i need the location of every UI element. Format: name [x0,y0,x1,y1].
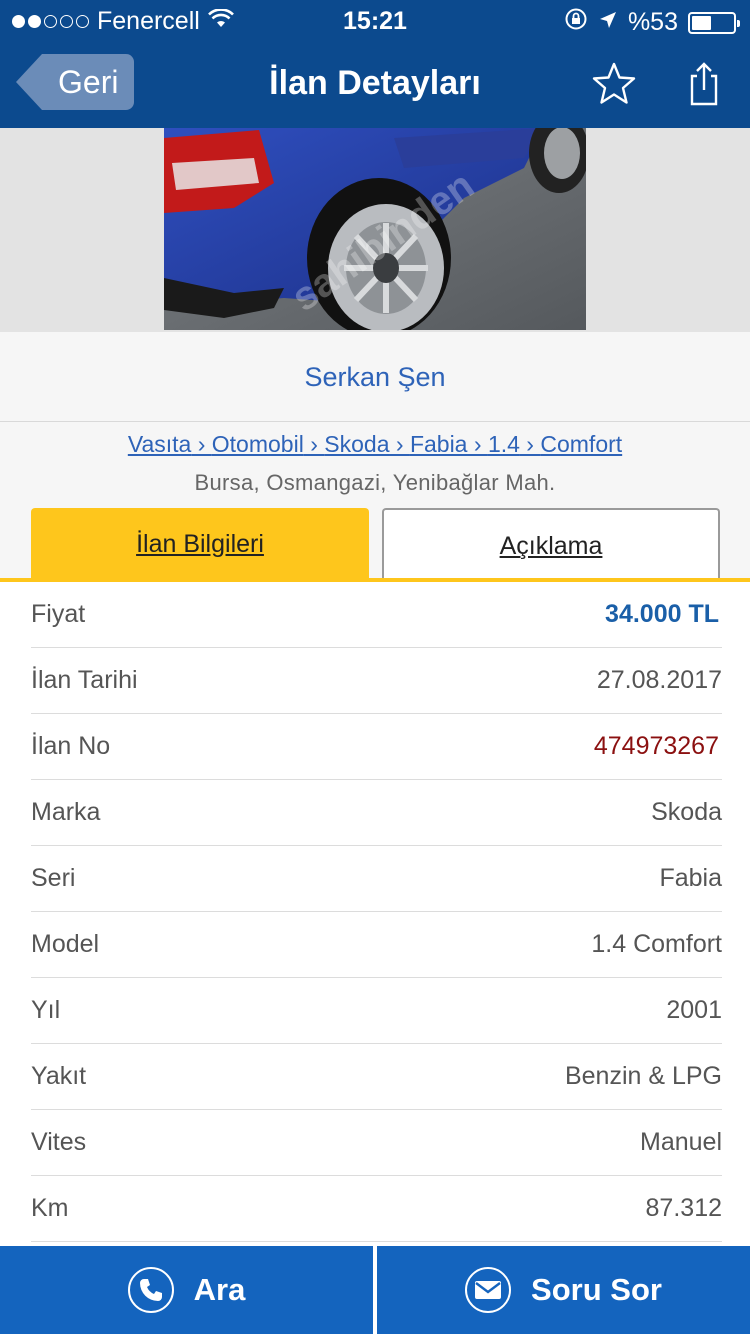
photo-gallery[interactable]: sahibinden [0,128,750,332]
detail-row: Marka Skoda [31,780,722,846]
navigation-bar: Geri İlan Detayları [0,40,750,128]
detail-label: Model [31,930,100,958]
detail-label: Marka [31,798,101,826]
seller-section: Serkan Şen [0,332,750,422]
share-icon[interactable] [680,60,728,108]
tab-label: İlan Bilgileri [136,530,264,558]
detail-row: Yıl 2001 [31,978,722,1044]
call-button[interactable]: Ara [0,1246,373,1334]
price-value: 34.000 TL [605,600,719,628]
detail-label: Yakıt [31,1062,87,1090]
bottom-action-bar: Ara Soru Sor [0,1246,750,1334]
star-outline-icon[interactable] [590,60,638,108]
call-label: Ara [193,1272,246,1307]
detail-row: Yakıt Benzin & LPG [31,1044,722,1110]
breadcrumb-item[interactable]: Comfort [540,431,622,457]
envelope-icon [465,1267,512,1313]
detail-label: Yıl [31,996,61,1024]
tab-ilan-bilgileri[interactable]: İlan Bilgileri [31,508,369,580]
detail-label: Vites [31,1128,87,1156]
detail-row: Fiyat 34.000 TL [31,582,722,648]
car-photo[interactable]: sahibinden [164,128,586,330]
status-right: %53 [564,7,740,38]
battery-icon [688,11,740,34]
detail-row: Km 87.312 [31,1176,722,1242]
breadcrumb-separator: › [467,431,488,457]
location-arrow-icon [598,8,618,37]
battery-percent: %53 [627,8,678,36]
detail-label: Seri [31,864,76,892]
detail-row: İlan No 474973267 [31,714,722,780]
listing-location: Bursa, Osmangazi, Yenibağlar Mah. [194,470,556,495]
tab-aciklama[interactable]: Açıklama [382,508,720,580]
ask-question-button[interactable]: Soru Sor [377,1246,750,1334]
breadcrumb-item[interactable]: 1.4 [488,431,520,457]
breadcrumb-item[interactable]: Fabia [410,431,468,457]
detail-label: İlan Tarihi [31,666,138,694]
seller-name-link[interactable]: Serkan Şen [0,362,750,393]
detail-value: 87.312 [645,1194,722,1222]
detail-value: 1.4 Comfort [591,930,722,958]
detail-value: Fabia [659,864,722,892]
ad-number-value: 474973267 [593,732,719,760]
details-list: Fiyat 34.000 TL İlan Tarihi 27.08.2017 İlan … [0,582,750,1242]
breadcrumb-separator: › [303,431,325,457]
battery-level [692,15,712,30]
detail-value: 27.08.2017 [596,666,722,694]
breadcrumb-item[interactable]: Skoda [324,431,389,457]
breadcrumb-separator: › [389,431,410,457]
detail-label: Km [31,1194,69,1222]
breadcrumb-separator: › [191,431,212,457]
ask-question-label: Soru Sor [531,1272,662,1307]
detail-row: Vites Manuel [31,1110,722,1176]
detail-row: İlan Tarihi 27.08.2017 [31,648,722,714]
detail-value: Benzin & LPG [564,1062,722,1090]
detail-value: Skoda [651,798,722,826]
phone-icon [127,1267,174,1313]
detail-label: Fiyat [31,600,86,628]
detail-value: 2001 [666,996,722,1024]
detail-row: Model 1.4 Comfort [31,912,722,978]
detail-row: Seri Fabia [31,846,722,912]
breadcrumb-item[interactable]: Otomobil [212,431,304,457]
detail-value: Manuel [640,1128,722,1156]
breadcrumb: Vasıta › Otomobil › Skoda › Fabia › 1.4 … [0,431,750,458]
status-bar: Fenercell 15:21 %53 [0,0,750,40]
tab-label: Açıklama [499,532,603,560]
orientation-lock-icon [564,7,588,38]
listing-header: Vasıta › Otomobil › Skoda › Fabia › 1.4 … [0,422,750,580]
detail-label: İlan No [31,732,111,760]
breadcrumb-separator: › [519,431,541,457]
breadcrumb-item[interactable]: Vasıta [128,431,192,457]
